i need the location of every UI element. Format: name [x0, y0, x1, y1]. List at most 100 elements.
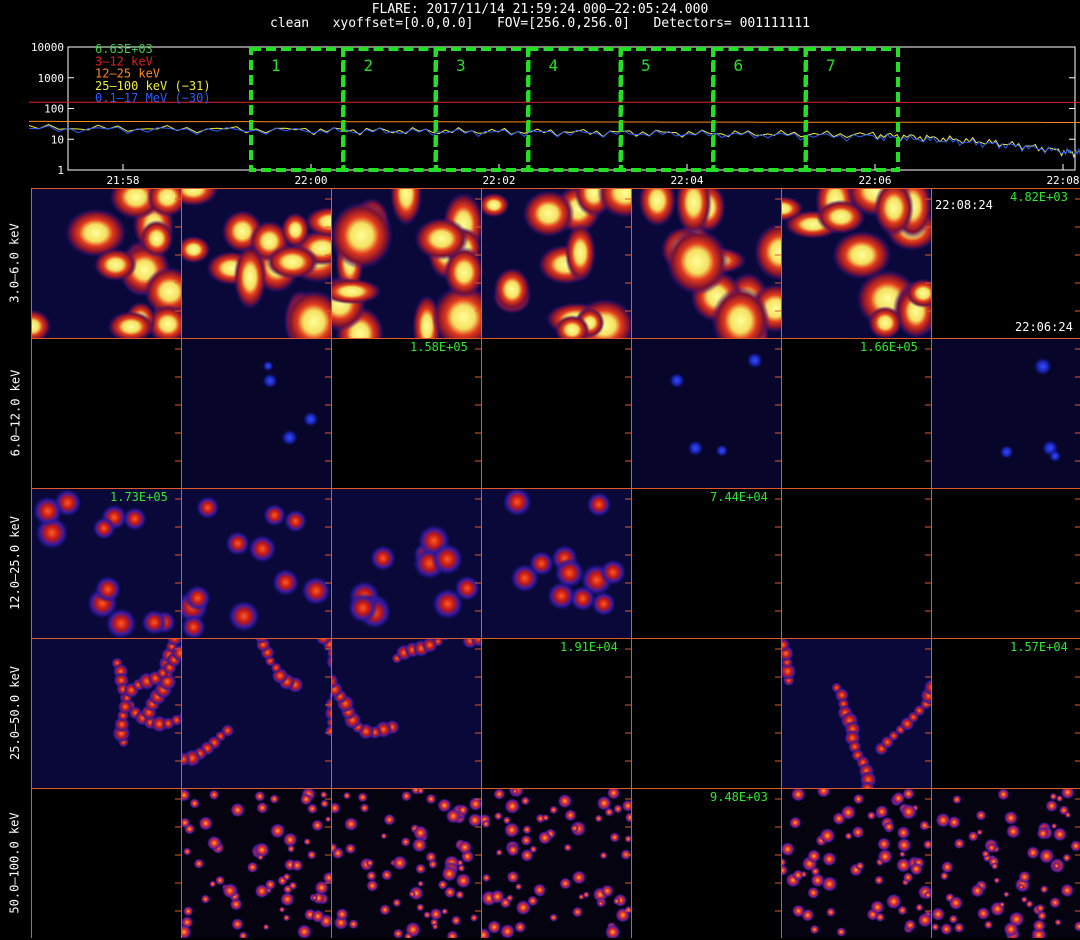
emission-source — [1052, 827, 1067, 842]
emission-source — [279, 906, 285, 913]
emission-source — [233, 245, 267, 310]
emission-source — [807, 886, 820, 899]
emission-source — [457, 840, 472, 855]
image-panel-canvas — [632, 789, 781, 938]
timestamp-top: 22:08:24 — [935, 198, 993, 212]
image-panel-canvas — [32, 189, 181, 338]
emission-source — [1054, 918, 1062, 926]
image-panel-spot — [181, 488, 331, 638]
emission-source — [311, 819, 324, 832]
emission-source — [335, 908, 349, 921]
emission-source — [140, 220, 174, 257]
image-background — [332, 339, 481, 488]
image-panel-speckle — [331, 788, 481, 938]
emission-source — [687, 440, 703, 456]
figure-header: FLARE: 2017/11/14 21:59:24.000–22:05:24.… — [0, 0, 1080, 40]
emission-source — [287, 844, 295, 853]
emission-source — [246, 861, 259, 873]
emission-source — [504, 798, 521, 815]
emission-source — [1049, 792, 1058, 801]
emission-source — [502, 816, 511, 825]
emission-source — [515, 883, 523, 891]
emission-source — [366, 870, 377, 881]
x-tick-label: 21:58 — [106, 174, 139, 187]
image-panel-canvas — [782, 339, 931, 488]
emission-source — [254, 884, 269, 899]
image-panel-speckle — [931, 788, 1080, 938]
image-panel-canvas — [782, 789, 931, 938]
emission-source — [32, 496, 63, 526]
emission-source — [809, 924, 820, 935]
emission-source — [1040, 885, 1049, 894]
emission-source — [1049, 896, 1061, 909]
emission-source — [283, 914, 290, 922]
window-number: 3 — [456, 56, 466, 75]
emission-source — [559, 877, 572, 890]
image-panel-canvas — [482, 489, 631, 638]
emission-source — [1052, 862, 1061, 870]
emission-source — [311, 894, 318, 901]
emission-source — [549, 913, 558, 922]
emission-source — [1020, 896, 1028, 903]
image-grid: 3.0–6.0 keV 6.0–12.0 keV 12.0–25.0 keV 25.0… — [0, 188, 1080, 940]
emission-source — [984, 920, 993, 930]
emission-source — [953, 922, 965, 933]
image-panel-canvas — [32, 789, 181, 938]
y-tick-label: 10 — [51, 133, 64, 146]
emission-source — [494, 811, 503, 821]
emission-source — [609, 832, 620, 843]
emission-source — [281, 429, 298, 446]
emission-source — [457, 804, 469, 816]
x-tick-label: 22:04 — [670, 174, 703, 187]
image-background — [632, 639, 781, 788]
emission-source — [423, 911, 431, 919]
emission-source — [529, 845, 538, 854]
emission-source — [359, 803, 370, 813]
emission-source — [572, 906, 583, 918]
emission-source — [919, 820, 930, 831]
window-number: 1 — [271, 56, 281, 75]
image-panel-spot — [481, 488, 631, 638]
emission-source — [747, 352, 763, 369]
image-panel-canvas — [632, 489, 781, 638]
emission-source — [311, 909, 325, 923]
image-panel-ring — [781, 638, 931, 788]
emission-source — [885, 893, 902, 910]
emission-source — [582, 891, 590, 898]
image-panel-canvas — [632, 639, 781, 788]
image-panel-ring — [31, 638, 181, 788]
time-window — [711, 47, 808, 172]
emission-source — [991, 862, 999, 870]
energy-band-label: 3.0–6.0 keV — [0, 188, 30, 338]
emission-source — [832, 230, 892, 280]
emission-source — [441, 908, 448, 915]
emission-source — [266, 244, 319, 280]
emission-source — [303, 411, 319, 427]
x-tick-label: 22:00 — [294, 174, 327, 187]
time-window — [341, 47, 438, 172]
window-number: 5 — [641, 56, 651, 75]
image-background — [782, 639, 931, 788]
emission-source — [428, 859, 438, 869]
emission-source — [948, 895, 963, 911]
emission-source — [844, 832, 853, 840]
image-panel-canvas — [332, 339, 481, 488]
emission-source — [307, 803, 318, 814]
emission-source — [967, 831, 979, 842]
image-panel-canvas — [632, 339, 781, 488]
emission-source — [225, 531, 250, 556]
emission-source — [613, 897, 621, 905]
emission-source — [262, 373, 278, 389]
emission-source — [262, 360, 274, 372]
emission-source — [915, 903, 924, 912]
image-panel-speckle — [481, 788, 631, 938]
emission-source — [93, 248, 138, 281]
emission-source — [506, 843, 520, 857]
emission-source — [875, 912, 885, 922]
image-panel-blob — [631, 188, 781, 338]
image-panel-ring — [181, 638, 331, 788]
emission-source — [1032, 919, 1046, 933]
image-panel-blob — [31, 188, 181, 338]
image-panel-canvas — [182, 489, 331, 638]
emission-source — [533, 883, 547, 897]
